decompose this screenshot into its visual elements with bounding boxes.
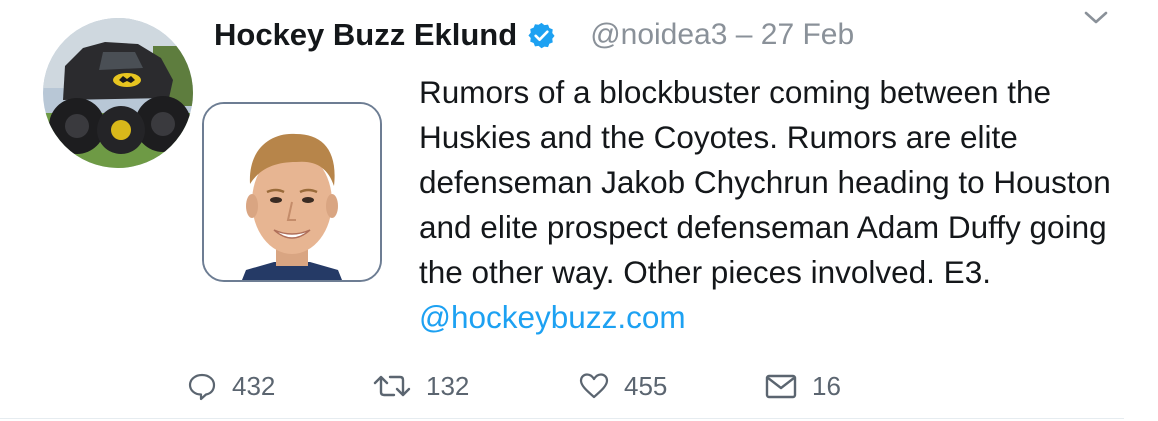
tweet-media-card[interactable] (202, 102, 382, 282)
dm-count: 16 (812, 370, 841, 401)
reply-icon[interactable] (186, 370, 218, 402)
display-name[interactable]: Hockey Buzz Eklund (214, 17, 517, 53)
handle-and-date[interactable]: @noidea3 – 27 Feb (590, 18, 854, 52)
reply-action[interactable]: 432 (186, 366, 275, 406)
heart-icon[interactable] (578, 370, 610, 402)
tweet-body: Rumors of a blockbuster coming between t… (419, 74, 1111, 290)
dm-action[interactable]: 16 (764, 366, 841, 406)
reply-count: 432 (232, 370, 276, 401)
retweet-action[interactable]: 132 (372, 366, 469, 406)
retweet-icon[interactable] (372, 370, 412, 402)
divider (0, 418, 1124, 419)
retweet-count: 132 (426, 370, 470, 401)
envelope-icon[interactable] (764, 370, 798, 402)
like-action[interactable]: 455 (578, 366, 667, 406)
chevron-down-icon[interactable] (1081, 8, 1111, 28)
avatar[interactable] (43, 18, 193, 168)
tweet-text: Rumors of a blockbuster coming between t… (419, 70, 1131, 340)
tweet-link[interactable]: @hockeybuzz.com (419, 299, 686, 335)
tweet-header: Hockey Buzz Eklund @noidea3 – 27 Feb (214, 14, 854, 56)
verified-badge-icon (527, 21, 556, 50)
tweet[interactable]: Hockey Buzz Eklund @noidea3 – 27 Feb Rum… (0, 0, 1124, 421)
player-headshot-image (204, 104, 380, 280)
monster-truck-avatar-image (43, 18, 193, 168)
like-count: 455 (624, 370, 668, 401)
